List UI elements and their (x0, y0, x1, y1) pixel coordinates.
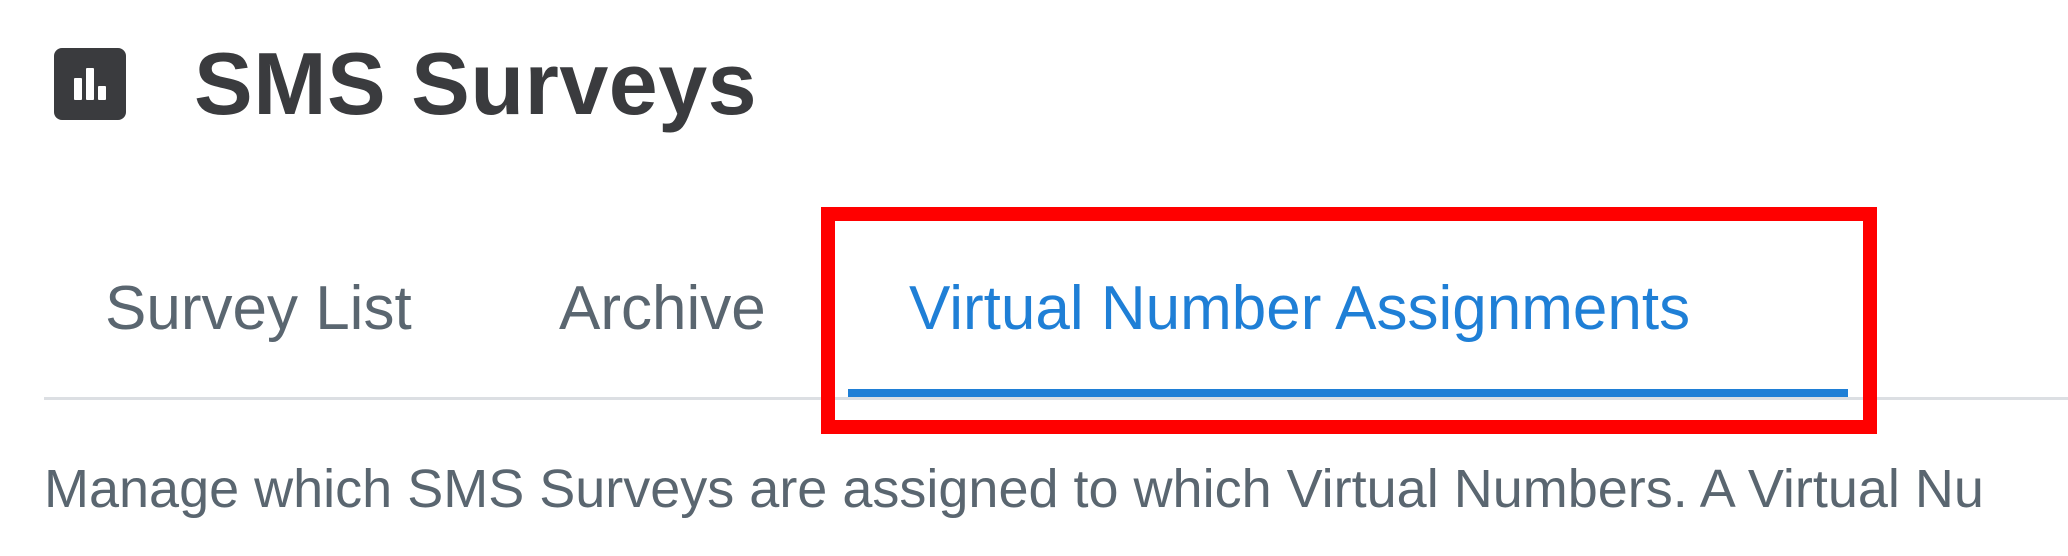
bar-chart-icon-bar (74, 78, 82, 100)
tab-archive[interactable]: Archive (559, 278, 766, 340)
tab-virtual-number-assignments[interactable]: Virtual Number Assignments (909, 278, 1690, 340)
active-tab-indicator (848, 389, 1848, 397)
tab-survey-list[interactable]: Survey List (105, 278, 412, 340)
bar-chart-icon (54, 48, 126, 120)
bar-chart-icon-bar (98, 86, 106, 100)
page-description: Manage which SMS Surveys are assigned to… (44, 459, 1984, 519)
bar-chart-icon-bar (86, 68, 94, 100)
tab-bar: Survey List Archive Virtual Number Assig… (44, 200, 2068, 400)
page-header: SMS Surveys (54, 40, 757, 128)
sms-surveys-page: SMS Surveys Survey List Archive Virtual … (0, 0, 2068, 556)
page-title: SMS Surveys (194, 34, 758, 133)
tab-bar-divider (44, 397, 2068, 400)
